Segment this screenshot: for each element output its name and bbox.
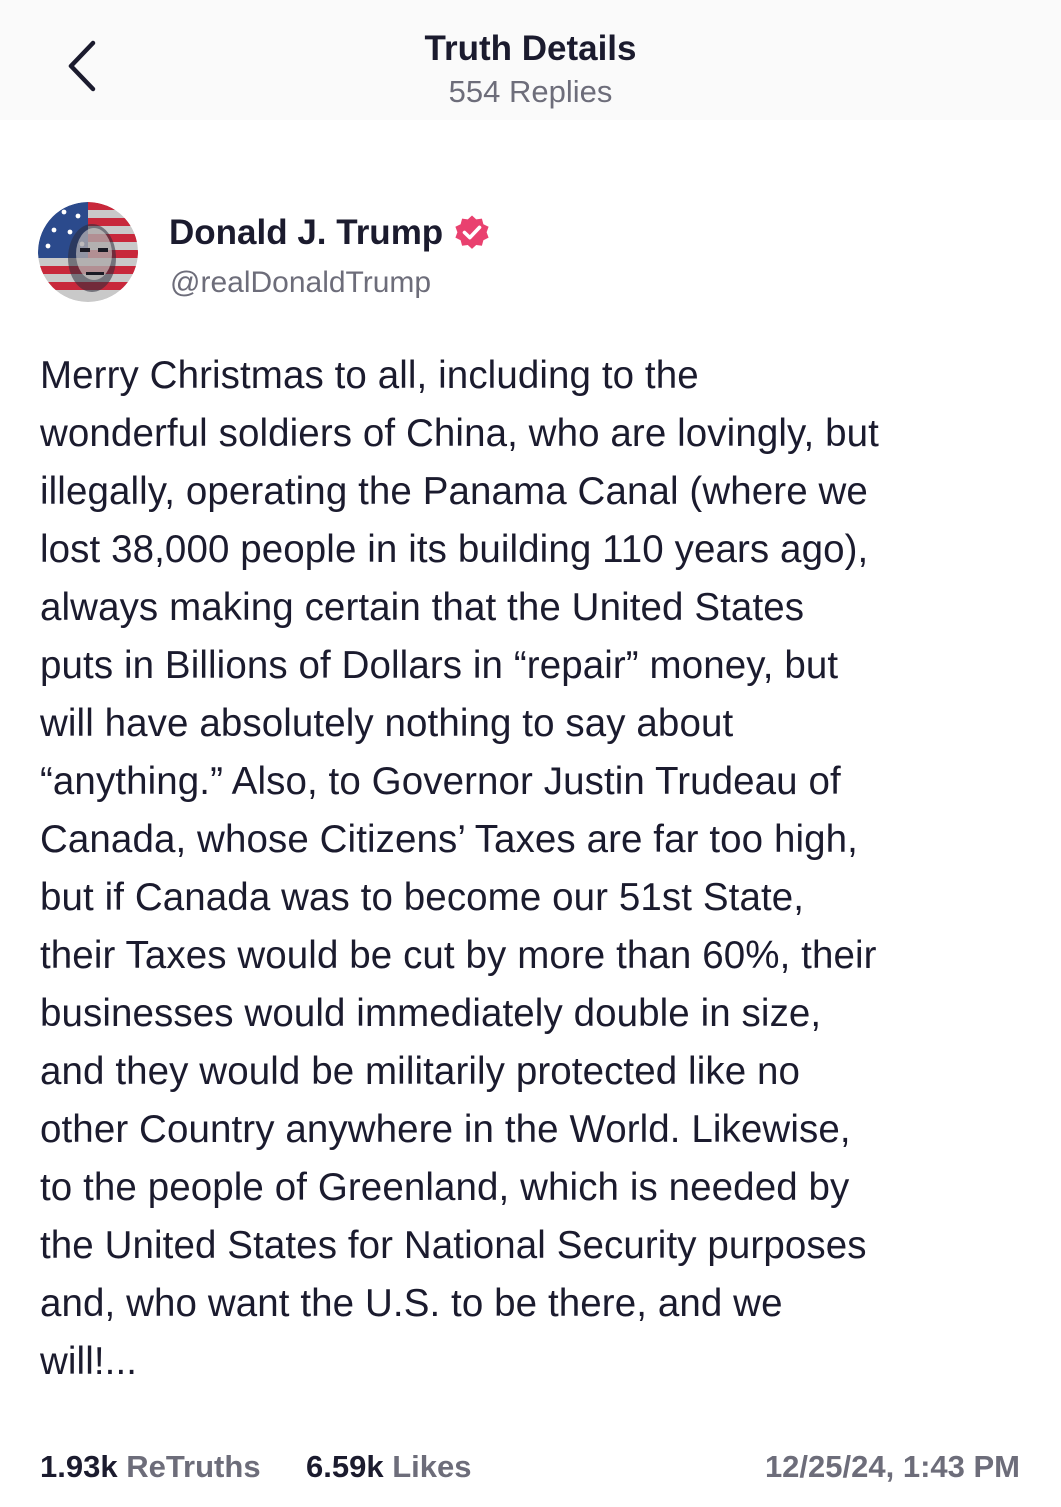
replies-count[interactable]: 554 Replies [0, 72, 1061, 112]
likes-count: 6.59k [306, 1449, 384, 1484]
header-titles: Truth Details 554 Replies [0, 28, 1061, 112]
avatar[interactable] [38, 202, 138, 302]
verified-badge-icon [455, 215, 489, 249]
retruths-stat[interactable]: 1.93k ReTruths [40, 1445, 261, 1489]
post-author: Donald J. Trump @realDonaldTrump [38, 202, 1018, 302]
likes-stat[interactable]: 6.59k Likes [306, 1445, 471, 1489]
page-title: Truth Details [424, 29, 637, 68]
avatar-image [38, 202, 138, 302]
likes-label: Likes [392, 1449, 472, 1484]
retruths-count: 1.93k [40, 1449, 118, 1484]
post-timestamp: 12/25/24, 1:43 PM [764, 1449, 1020, 1484]
top-bar: Truth Details 554 Replies [0, 0, 1061, 120]
author-name-row: Donald J. Trump [169, 212, 491, 254]
author-handle[interactable]: @realDonaldTrump [170, 264, 431, 302]
author-name[interactable]: Donald J. Trump [169, 212, 443, 254]
retruths-label: ReTruths [126, 1449, 261, 1484]
post-stats: 1.93k ReTruths 6.59k Likes 12/25/24, 1:4… [40, 1445, 1020, 1489]
post-body: Merry Christmas to all, including to the… [40, 354, 879, 1383]
